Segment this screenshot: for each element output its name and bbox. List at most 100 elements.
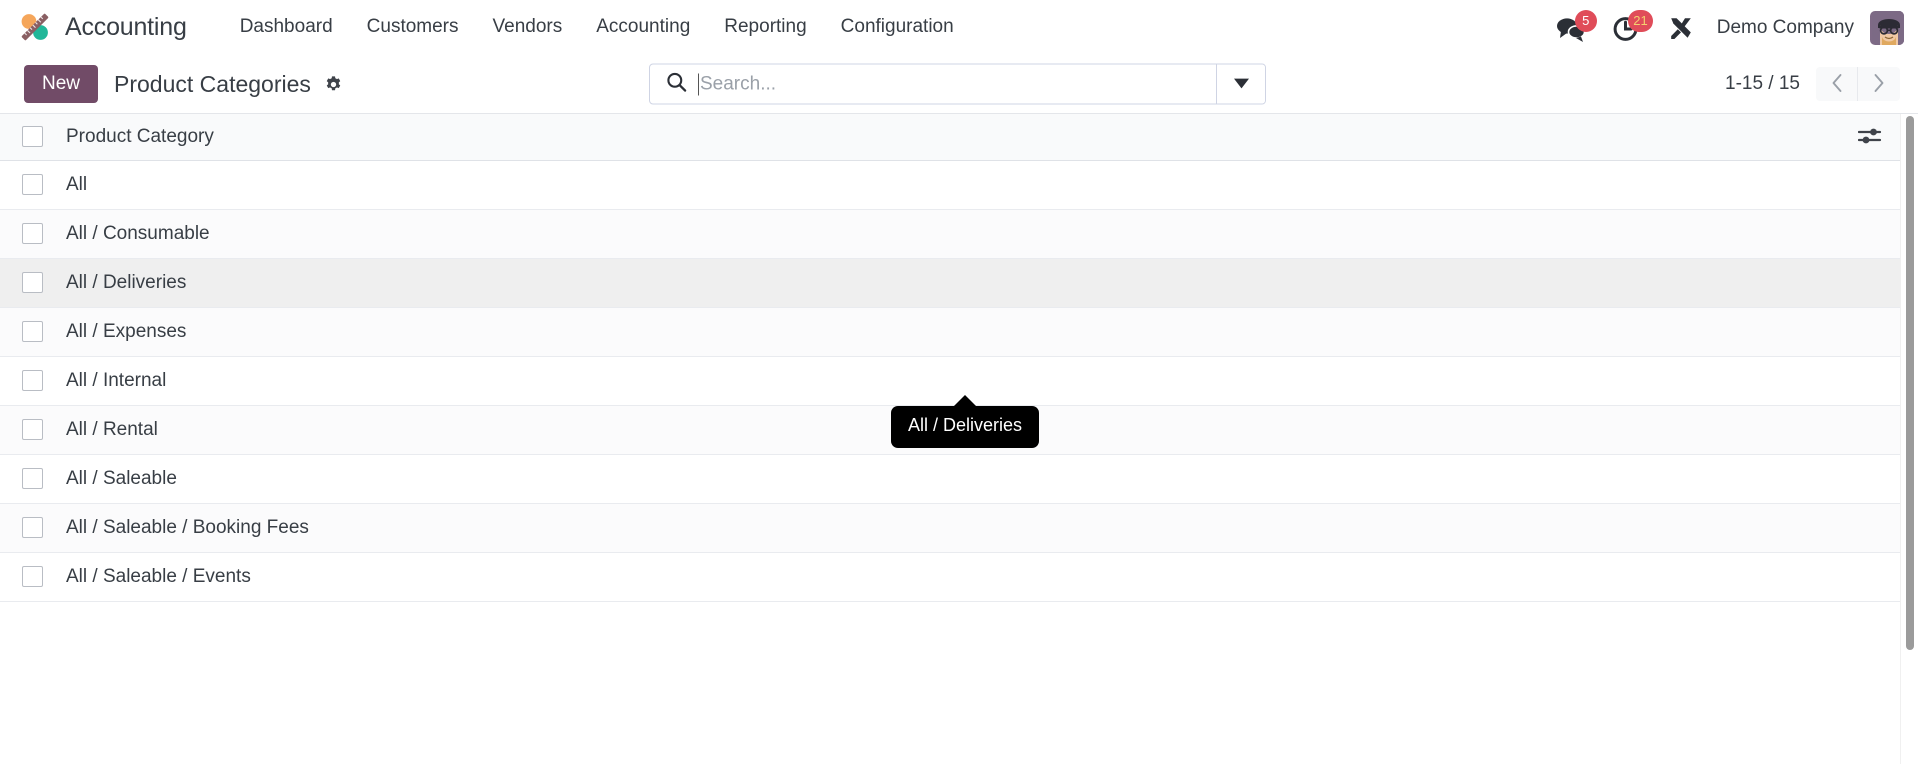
row-select-cell [0,454,54,504]
debug-tools-menu[interactable] [1655,9,1707,47]
chevron-left-icon [1831,73,1843,96]
cell-value: All / Rental [66,418,158,440]
breadcrumb: Product Categories [114,71,345,98]
row-spacer-cell [1840,356,1900,406]
cell-product-category[interactable]: All / Saleable / Booking Fees [54,503,1840,553]
row-spacer-cell [1840,405,1900,455]
row-checkbox[interactable] [22,272,43,293]
cell-value: All / Deliveries [66,271,187,293]
systray: 5 21 Demo Company [1543,0,1904,55]
row-spacer-cell [1840,209,1900,259]
app-brand-name: Accounting [65,12,187,41]
row-spacer-cell [1840,503,1900,553]
table-header: Product Category [0,114,1900,161]
row-select-cell [0,209,54,259]
optional-columns-cell [1840,114,1900,161]
row-spacer-cell [1840,258,1900,308]
messages-badge: 5 [1574,9,1597,32]
pager-value: 1-15 / 15 [1725,73,1800,94]
search-view: Search... [649,63,1266,105]
table-row[interactable]: All / Saleable / Booking Fees [0,503,1900,553]
row-spacer-cell [1840,454,1900,504]
list-scrollbar-thumb[interactable] [1906,116,1914,650]
table-row[interactable]: All / Deliveries [0,258,1900,308]
cell-value: All / Saleable [66,467,177,489]
cell-value: All / Saleable / Booking Fees [66,516,309,538]
cell-product-category[interactable]: All / Expenses [54,307,1840,357]
cell-product-category[interactable]: All / Saleable [54,454,1840,504]
search-dropdown-toggle[interactable] [1216,64,1265,104]
menu-item-vendors[interactable]: Vendors [476,8,580,46]
menu-item-configuration[interactable]: Configuration [824,8,971,46]
app-brand[interactable]: Accounting [18,10,187,44]
user-avatar-icon[interactable] [1870,10,1904,45]
company-switcher[interactable]: Demo Company [1707,11,1868,45]
cell-value: All / Consumable [66,222,210,244]
row-spacer-cell [1840,552,1900,602]
activities-badge: 21 [1628,9,1653,32]
pager-next-button[interactable] [1858,67,1900,101]
control-panel: New Product Categories Search... 1-15 / … [0,55,1918,113]
search-input[interactable]: Search... [650,65,1216,104]
sliders-icon[interactable] [1854,122,1886,150]
cell-value: All / Expenses [66,320,187,342]
list-scrollbar[interactable] [1900,114,1918,764]
column-header-product-category[interactable]: Product Category [54,114,1840,161]
page-title: Product Categories [114,70,311,97]
row-checkbox[interactable] [22,566,43,587]
search-icon [666,71,687,97]
table-row[interactable]: All / Saleable [0,454,1900,504]
table-row[interactable]: All [0,160,1900,210]
cell-product-category[interactable]: All / Internal [54,356,1840,406]
pager-previous-button[interactable] [1816,67,1858,101]
wrench-screwdriver-icon [1668,15,1694,41]
row-select-cell [0,307,54,357]
row-select-cell [0,356,54,406]
row-spacer-cell [1840,307,1900,357]
table-body: All All / Consumable All / Deliveries All /… [0,160,1900,602]
table-row[interactable]: All / Expenses [0,307,1900,357]
row-checkbox[interactable] [22,321,43,342]
activities-menu[interactable]: 21 [1599,8,1655,48]
menu-item-reporting[interactable]: Reporting [707,8,823,46]
cell-product-category[interactable]: All [54,160,1840,210]
top-navbar: Accounting Dashboard Customers Vendors A… [0,0,1918,55]
row-tooltip: All / Deliveries [891,406,1040,448]
new-button[interactable]: New [24,64,99,104]
select-all-checkbox[interactable] [22,126,43,148]
cell-product-category[interactable]: All / Consumable [54,209,1840,259]
table-row[interactable]: All / Internal [0,356,1900,406]
search-placeholder: Search... [700,73,777,94]
row-checkbox[interactable] [22,370,43,391]
row-checkbox[interactable] [22,419,43,440]
table-row[interactable]: All / Consumable [0,209,1900,259]
main-menu: Dashboard Customers Vendors Accounting R… [223,8,971,46]
table-row[interactable]: All / Saleable / Events [0,552,1900,602]
cell-value: All [66,173,88,195]
menu-item-dashboard[interactable]: Dashboard [223,8,350,46]
chevron-down-icon [1233,75,1249,93]
select-all-cell [0,114,54,161]
menu-item-customers[interactable]: Customers [350,8,476,46]
cell-product-category[interactable]: All / Deliveries [54,258,1840,308]
row-checkbox[interactable] [22,468,43,489]
table-header-row: Product Category [0,114,1900,161]
cell-value: All / Saleable / Events [66,565,251,587]
accounting-app-logo-icon [18,10,52,44]
row-select-cell [0,552,54,602]
row-checkbox[interactable] [22,517,43,538]
row-spacer-cell [1840,160,1900,210]
menu-item-accounting[interactable]: Accounting [579,8,707,46]
chevron-right-icon [1873,73,1885,96]
row-select-cell [0,503,54,553]
product-categories-table: Product Category All All / Consumable All … [0,114,1900,602]
cell-product-category[interactable]: All / Saleable / Events [54,552,1840,602]
row-checkbox[interactable] [22,223,43,244]
gear-icon[interactable] [322,73,345,96]
text-cursor [698,73,699,95]
pager: 1-15 / 15 [1725,67,1900,101]
messages-menu[interactable]: 5 [1543,8,1599,48]
row-checkbox[interactable] [22,174,43,195]
row-select-cell [0,160,54,210]
row-select-cell [0,258,54,308]
